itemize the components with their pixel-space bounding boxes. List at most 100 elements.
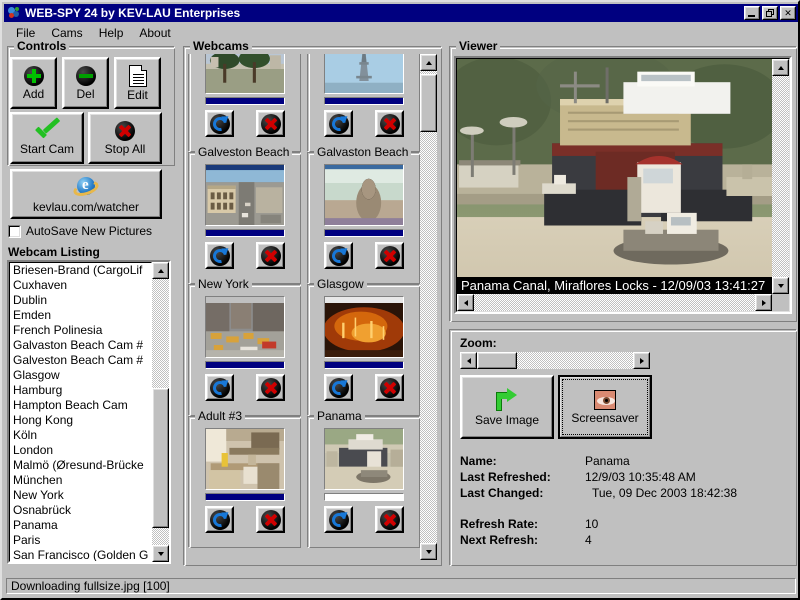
refresh-circle-icon: [209, 508, 231, 530]
autosave-checkbox[interactable]: [8, 224, 21, 238]
webcam-cell-title: New York: [195, 277, 252, 291]
zoom-increase-button[interactable]: [633, 352, 650, 369]
list-item[interactable]: Malmö (Øresund-Brücke: [10, 458, 151, 473]
webspy-globe-icon: [6, 5, 22, 21]
webcam-thumbnail[interactable]: [324, 428, 404, 490]
webcam-stop-button[interactable]: [256, 242, 285, 269]
webcam-thumbnail[interactable]: [324, 164, 404, 226]
webcam-stop-button[interactable]: [375, 242, 404, 269]
list-item[interactable]: Köln: [10, 428, 151, 443]
add-button[interactable]: Add: [10, 57, 57, 109]
viewer-scroll-right-button[interactable]: [755, 294, 772, 311]
zoom-slider-thumb[interactable]: [477, 352, 517, 369]
list-item[interactable]: Dublin: [10, 293, 151, 308]
list-item[interactable]: Panama: [10, 518, 151, 533]
webcams-scroll-down-button[interactable]: [420, 543, 437, 560]
webcam-cell: Adult #3: [188, 409, 301, 548]
last-changed-label: Last Changed:: [460, 486, 544, 500]
menu-item-about[interactable]: About: [131, 24, 178, 42]
list-item[interactable]: San Francisco (Golden G: [10, 548, 151, 561]
webcam-stop-button[interactable]: [256, 506, 285, 533]
webcams-scroll-thumb[interactable]: [420, 74, 437, 132]
list-item[interactable]: Hamburg: [10, 383, 151, 398]
webcam-cell-title: Adult #3: [195, 409, 246, 423]
del-button-label: Del: [76, 86, 95, 101]
name-label: Name:: [460, 454, 497, 468]
webcam-refresh-button[interactable]: [205, 242, 234, 269]
close-icon: ✕: [784, 7, 792, 18]
panama-canal-photo: [457, 59, 772, 294]
minimize-button[interactable]: [744, 6, 760, 20]
list-item[interactable]: Hong Kong: [10, 413, 151, 428]
save-image-button[interactable]: Save Image: [460, 375, 554, 439]
webcam-refresh-button[interactable]: [324, 110, 353, 137]
webcam-thumbnail[interactable]: [205, 428, 285, 490]
zoom-decrease-button[interactable]: [460, 352, 477, 369]
listing-scroll-up-button[interactable]: [152, 262, 169, 279]
webcam-refresh-button[interactable]: [205, 506, 234, 533]
listing-scroll-thumb[interactable]: [152, 388, 169, 528]
zoom-slider[interactable]: [460, 352, 650, 369]
minus-circle-icon: [75, 65, 96, 86]
list-item[interactable]: New York: [10, 488, 151, 503]
webcam-thumbnail[interactable]: [324, 296, 404, 358]
controls-group-title: Controls: [14, 39, 70, 53]
webcam-refresh-button[interactable]: [324, 506, 353, 533]
list-item[interactable]: Glasgow: [10, 368, 151, 383]
webcam-thumbnail[interactable]: [205, 164, 285, 226]
list-item[interactable]: French Polinesia: [10, 323, 151, 338]
list-item[interactable]: Osnabrück: [10, 503, 151, 518]
webcam-cell: [188, 54, 301, 152]
webcam-thumbnail[interactable]: [205, 54, 285, 94]
webcams-group-title: Webcams: [190, 39, 252, 53]
webcam-thumbnail[interactable]: [205, 296, 285, 358]
webcam-stop-button[interactable]: [256, 374, 285, 401]
list-item[interactable]: Emden: [10, 308, 151, 323]
close-button[interactable]: ✕: [780, 6, 796, 20]
listing-scrollbar[interactable]: [152, 262, 169, 562]
webcam-refresh-button[interactable]: [324, 242, 353, 269]
webcams-scroll-up-button[interactable]: [420, 54, 437, 71]
list-item[interactable]: Galvaston Beach Cam #: [10, 338, 151, 353]
webcams-scrollbar[interactable]: [420, 54, 437, 560]
title-bar: WEB-SPY 24 by KEV-LAU Enterprises ✕: [4, 4, 798, 22]
viewer-horizontal-scrollbar[interactable]: [457, 294, 789, 311]
list-item[interactable]: Paris: [10, 533, 151, 548]
list-item[interactable]: Galveston Beach Cam #: [10, 353, 151, 368]
viewer-vertical-scrollbar[interactable]: [772, 59, 789, 294]
list-item[interactable]: London: [10, 443, 151, 458]
webcam-refresh-button[interactable]: [324, 374, 353, 401]
webcam-thumbnail[interactable]: [324, 54, 404, 94]
listing-scroll-down-button[interactable]: [152, 545, 169, 562]
stop-all-button[interactable]: Stop All: [88, 112, 162, 164]
list-item[interactable]: Hampton Beach Cam: [10, 398, 151, 413]
viewer-scroll-down-button[interactable]: [772, 277, 789, 294]
save-image-button-label: Save Image: [474, 412, 540, 427]
list-item[interactable]: Cuxhaven: [10, 278, 151, 293]
list-item[interactable]: München: [10, 473, 151, 488]
chevron-up-icon: [777, 65, 784, 70]
webcam-refresh-button[interactable]: [205, 374, 234, 401]
viewer-scroll-up-button[interactable]: [772, 59, 789, 76]
webcam-stop-button[interactable]: [375, 374, 404, 401]
viewer-scroll-left-button[interactable]: [457, 294, 474, 311]
del-button[interactable]: Del: [62, 57, 109, 109]
list-item[interactable]: Briesen-Brand (CargoLif: [10, 263, 151, 278]
edit-button[interactable]: Edit: [114, 57, 161, 109]
viewer-image-panel[interactable]: Panama Canal, Miraflores Locks - 12/09/0…: [454, 56, 792, 314]
chevron-up-icon: [425, 60, 432, 65]
webcam-stop-button[interactable]: [375, 110, 404, 137]
start-cam-button[interactable]: Start Cam: [10, 112, 84, 164]
last-changed-value: Tue, 09 Dec 2003 18:42:38: [592, 486, 737, 500]
webcam-cell: Galveston Beach: [188, 145, 301, 284]
webcam-cell-title: Galveston Beach: [195, 145, 293, 159]
menu-item-help[interactable]: Help: [91, 24, 132, 42]
restore-button[interactable]: [762, 6, 778, 20]
autosave-checkbox-row[interactable]: AutoSave New Pictures: [8, 224, 152, 238]
webcam-stop-button[interactable]: [256, 110, 285, 137]
webcam-listing-listbox[interactable]: Briesen-Brand (CargoLif Cuxhaven Dublin Emd…: [7, 260, 171, 564]
screensaver-button[interactable]: Screensaver: [558, 375, 652, 439]
webcam-refresh-button[interactable]: [205, 110, 234, 137]
website-link-button[interactable]: e kevlau.com/watcher: [10, 169, 162, 219]
webcam-stop-button[interactable]: [375, 506, 404, 533]
